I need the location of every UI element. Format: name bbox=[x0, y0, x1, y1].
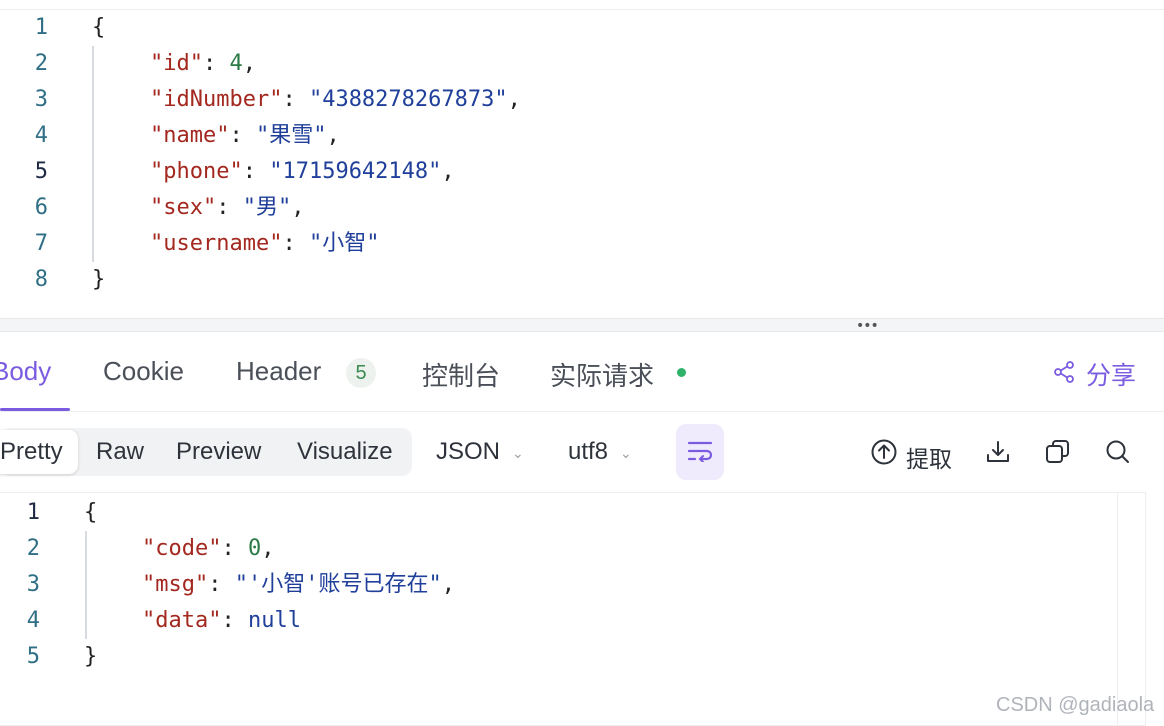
code-line-msg: "msg": "'小智'账号已存在", bbox=[142, 572, 455, 597]
json-key: "idNumber" bbox=[150, 87, 283, 112]
header-count-badge: 5 bbox=[346, 358, 376, 388]
view-raw[interactable]: Raw bbox=[96, 428, 144, 476]
json-key: "username" bbox=[150, 231, 283, 256]
json-value: "果雪" bbox=[255, 123, 327, 148]
view-visualize[interactable]: Visualize bbox=[297, 428, 393, 476]
code-line-idnumber: "idNumber": "4388278267873", bbox=[150, 82, 521, 118]
line-number: 8 bbox=[34, 267, 48, 292]
json-comma: , bbox=[326, 123, 340, 148]
line-number-active: 1 bbox=[26, 500, 40, 525]
arrow-up-circle-icon bbox=[871, 439, 897, 465]
json-value: null bbox=[247, 608, 301, 633]
tab-console[interactable]: 控制台 bbox=[422, 356, 500, 393]
panel-resize-handle[interactable]: ••• bbox=[0, 318, 1164, 333]
vertical-scrollbar[interactable] bbox=[1117, 492, 1146, 726]
tab-header[interactable]: Header bbox=[236, 356, 321, 387]
json-value: "4388278267873" bbox=[308, 87, 508, 112]
json-key: "name" bbox=[150, 123, 230, 148]
line-number: 5 bbox=[26, 644, 40, 669]
format-dropdown[interactable]: JSON ⌄ bbox=[436, 428, 524, 476]
json-comma: , bbox=[441, 159, 455, 184]
line-number: 3 bbox=[26, 572, 40, 597]
json-value: 4 bbox=[229, 51, 243, 76]
request-body-editor[interactable]: 1 2 3 4 5 6 7 8 { "id": 4, "idNumber": "… bbox=[0, 0, 1164, 318]
encoding-dropdown[interactable]: utf8 ⌄ bbox=[568, 428, 632, 476]
chevron-down-icon: ⌄ bbox=[620, 444, 632, 461]
code-line-close-brace: } bbox=[92, 267, 106, 292]
line-number: 4 bbox=[26, 608, 40, 633]
code-line-username: "username": "小智" bbox=[150, 226, 379, 262]
code-line-code: "code": 0, bbox=[142, 536, 275, 561]
line-number: 1 bbox=[34, 15, 48, 40]
json-comma: , bbox=[242, 51, 256, 76]
copy-icon[interactable] bbox=[1044, 438, 1072, 466]
json-colon: : bbox=[229, 123, 256, 148]
json-value: "17159642148" bbox=[269, 159, 442, 184]
json-key: "code" bbox=[142, 536, 222, 561]
watermark: CSDN @gadiaola bbox=[996, 694, 1155, 716]
editor-top-border bbox=[0, 9, 1164, 10]
json-colon: : bbox=[242, 159, 270, 184]
encoding-value: utf8 bbox=[568, 438, 609, 465]
wrap-lines-icon bbox=[687, 441, 713, 462]
indent-guide bbox=[85, 531, 87, 639]
view-preview[interactable]: Preview bbox=[176, 428, 261, 476]
drag-handle-dots[interactable]: ••• bbox=[856, 319, 879, 333]
tab-cookie[interactable]: Cookie bbox=[103, 356, 184, 387]
code-line-open-brace: { bbox=[92, 15, 106, 40]
code-line-id: "id": 4, bbox=[150, 46, 256, 82]
response-toolbar: Pretty Raw Preview Visualize JSON ⌄ utf8 ⌄… bbox=[0, 412, 1164, 492]
json-colon: : bbox=[216, 195, 243, 220]
json-colon: : bbox=[282, 231, 309, 256]
code-line-phone: "phone": "17159642148", bbox=[150, 154, 455, 190]
code-line-data: "data": null bbox=[142, 608, 301, 633]
json-comma: , bbox=[507, 87, 521, 112]
line-number: 2 bbox=[34, 51, 48, 76]
chevron-down-icon: ⌄ bbox=[512, 444, 524, 461]
tab-actual-request[interactable]: 实际请求 bbox=[550, 356, 654, 393]
line-number-active: 5 bbox=[34, 159, 48, 184]
code-line-sex: "sex": "男", bbox=[150, 190, 304, 226]
json-value: 0 bbox=[247, 536, 262, 561]
line-number: 3 bbox=[34, 87, 48, 112]
share-icon bbox=[1054, 361, 1074, 383]
view-mode-switch: Pretty Raw Preview Visualize bbox=[0, 428, 412, 476]
active-tab-indicator bbox=[0, 408, 70, 411]
download-icon[interactable] bbox=[984, 438, 1012, 466]
json-value: "小智" bbox=[308, 231, 380, 256]
status-dot bbox=[677, 368, 686, 377]
json-key: "phone" bbox=[150, 159, 243, 184]
json-colon: : bbox=[282, 87, 309, 112]
format-value: JSON bbox=[436, 438, 501, 465]
response-body-viewer[interactable]: 1 2 3 4 5 { "code": 0, "msg": "'小智'账号已存在… bbox=[0, 492, 1146, 726]
line-number: 4 bbox=[34, 123, 48, 148]
code-line-name: "name": "果雪", bbox=[150, 118, 340, 154]
share-label: 分享 bbox=[1086, 362, 1137, 390]
extract-label: 提取 bbox=[906, 446, 952, 472]
json-comma: , bbox=[291, 195, 305, 220]
json-value: "'小智'账号已存在" bbox=[234, 572, 442, 597]
json-key: "data" bbox=[142, 608, 222, 633]
tab-body[interactable]: Body bbox=[0, 356, 51, 387]
search-icon[interactable] bbox=[1104, 438, 1132, 466]
json-key: "id" bbox=[150, 51, 203, 76]
response-tab-bar: Body Cookie Header 5 控制台 实际请求 分享 bbox=[0, 332, 1164, 412]
json-value: "男" bbox=[242, 195, 292, 220]
code-line-open-brace: { bbox=[84, 500, 98, 525]
code-line-close-brace: } bbox=[84, 644, 98, 669]
line-number: 2 bbox=[26, 536, 40, 561]
view-pretty[interactable]: Pretty bbox=[0, 430, 78, 474]
word-wrap-toggle[interactable] bbox=[676, 424, 724, 480]
line-number: 7 bbox=[34, 231, 48, 256]
json-colon: : bbox=[202, 51, 230, 76]
json-key: "sex" bbox=[150, 195, 217, 220]
indent-guide bbox=[92, 46, 94, 262]
line-number: 6 bbox=[34, 195, 48, 220]
json-key: "msg" bbox=[142, 572, 209, 597]
